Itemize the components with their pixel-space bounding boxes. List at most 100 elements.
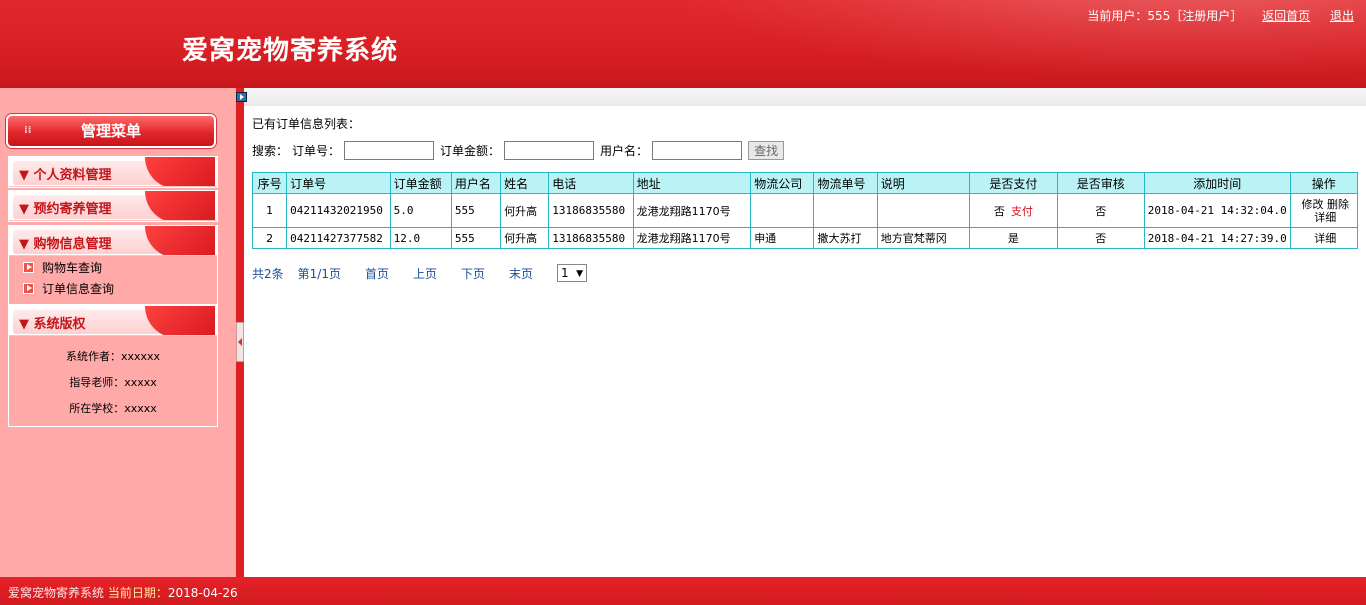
order-no-input[interactable] — [344, 141, 435, 160]
cell-added: 2018-04-21 14:32:04.0 — [1143, 193, 1291, 228]
col-header: 是否支付 — [969, 172, 1058, 194]
sidebar-item-order-query[interactable]: 订单信息查询 — [9, 279, 217, 300]
cell-address: 龙港龙翔路1170号 — [632, 227, 752, 249]
col-header: 是否审核 — [1056, 172, 1145, 194]
col-header: 序号 — [251, 172, 288, 194]
cell-no: 1 — [251, 193, 288, 228]
arrow-right-icon[interactable] — [236, 92, 247, 102]
cell-ops: 修改 删除 详细 — [1289, 193, 1359, 228]
sidebar-splitter — [236, 88, 244, 577]
menu-group-label: ▼ 预约寄养管理 — [19, 202, 112, 217]
menu-group-header[interactable]: ▼ 系统版权 — [9, 306, 217, 336]
edit-link[interactable]: 修改 — [1302, 198, 1324, 211]
footer-date: 2018-04-26 — [167, 586, 238, 600]
cell-username: 555 — [450, 193, 502, 228]
cell-ops: 详细 — [1289, 227, 1359, 249]
app-title: 爱窝宠物寄养系统 — [182, 36, 399, 66]
cell-tracking: 撒大苏打 — [813, 227, 878, 249]
footer-text: 爱窝宠物寄养系统 当前日期：2018-04-26 — [8, 584, 238, 601]
cell-note — [876, 193, 971, 228]
pagination: 共2条 第1/1页 首页 上页 下页 末页 1 — [252, 264, 588, 282]
cell-reviewed: 否 — [1056, 193, 1145, 228]
search-label: 搜索： — [252, 144, 289, 158]
cell-note: 地方官梵蒂冈 — [876, 227, 971, 249]
col-header: 订单号 — [286, 172, 391, 194]
menu-group-header[interactable]: ▼ 购物信息管理 — [9, 226, 217, 256]
table-row: 2 04211427377582 12.0 555 何升高 1318683558… — [251, 227, 1359, 249]
footer-date-label: 当前日期： — [107, 586, 168, 600]
cell-name: 何升高 — [500, 227, 550, 249]
main-content: 已有订单信息列表： 搜索： 订单号： 订单金额： 用户名： 查找 序号 订单号 … — [236, 88, 1366, 577]
col-header: 操作 — [1289, 172, 1359, 194]
search-button[interactable]: 查找 — [748, 141, 785, 160]
author-text: 系统作者：xxxxxx — [65, 350, 161, 363]
col-header: 物流单号 — [813, 172, 878, 194]
page-select[interactable]: 1 — [557, 264, 588, 282]
copyright-info: 系统作者：xxxxxx 指导老师：xxxxx 所在学校：xxxxx — [9, 336, 217, 422]
table-header-row: 序号 订单号 订单金额 用户名 姓名 电话 地址 物流公司 物流单号 说明 是否… — [251, 172, 1359, 194]
menu-title-label: 管理菜单 — [80, 122, 141, 140]
col-header: 添加时间 — [1143, 172, 1291, 194]
prev-page-link[interactable]: 上页 — [413, 265, 437, 282]
home-link[interactable]: 返回首页 — [1262, 9, 1310, 23]
logout-link[interactable]: 退出 — [1330, 9, 1354, 23]
content-top-strip — [236, 88, 1366, 106]
cell-reviewed: 否 — [1056, 227, 1145, 249]
col-header: 用户名 — [450, 172, 502, 194]
total-count: 共2条 — [252, 266, 284, 281]
menu-group-label: ▼ 购物信息管理 — [19, 237, 112, 252]
amount-label: 订单金额： — [440, 144, 501, 158]
amount-input[interactable] — [504, 141, 595, 160]
school-text: 所在学校：xxxxx — [69, 402, 157, 415]
menu-sub-list: 购物车查询 订单信息查询 — [9, 256, 217, 304]
username-label: 用户名： — [600, 144, 649, 158]
last-page-link[interactable]: 末页 — [509, 265, 533, 282]
footer-system-name: 爱窝宠物寄养系统 — [8, 586, 105, 600]
col-header: 地址 — [632, 172, 752, 194]
col-header: 订单金额 — [389, 172, 452, 194]
cell-paid: 是 — [969, 227, 1058, 249]
delete-link[interactable]: 删除 — [1327, 198, 1349, 211]
sidebar: ⁞⁞ 管理菜单 ▼ 个人资料管理 ▼ 预约寄养管理 ▼ 购物信息管理 购物车查询… — [0, 88, 236, 577]
orders-table: 序号 订单号 订单金额 用户名 姓名 电话 地址 物流公司 物流单号 说明 是否… — [251, 172, 1359, 249]
menu-group-profile[interactable]: ▼ 个人资料管理 — [8, 156, 218, 188]
cell-paid: 否支付 — [969, 193, 1058, 228]
username-input[interactable] — [652, 141, 743, 160]
table-row: 1 04211432021950 5.0 555 何升高 13186835580… — [251, 193, 1359, 228]
next-page-link[interactable]: 下页 — [461, 265, 485, 282]
header-banner: 爱窝宠物寄养系统 当前用户：555［注册用户］ 返回首页 退出 — [0, 0, 1366, 88]
pay-link[interactable]: 支付 — [1011, 205, 1033, 218]
menu-group-label: ▼ 个人资料管理 — [19, 168, 112, 183]
first-page-link[interactable]: 首页 — [365, 265, 389, 282]
play-arrow-icon — [23, 262, 34, 273]
cell-no: 2 — [251, 227, 288, 249]
cell-order-no: 04211427377582 — [286, 227, 391, 249]
cell-logistics: 申通 — [750, 227, 815, 249]
detail-link[interactable]: 详细 — [1314, 232, 1336, 245]
teacher-text: 指导老师：xxxxx — [69, 376, 157, 389]
menu-group-header[interactable]: ▼ 预约寄养管理 — [9, 191, 217, 221]
paid-status: 否 — [993, 204, 1005, 218]
play-arrow-icon — [23, 283, 34, 294]
page-heading: 已有订单信息列表： — [252, 117, 361, 131]
menu-group-shopping[interactable]: ▼ 购物信息管理 购物车查询 订单信息查询 — [8, 225, 218, 305]
cell-phone: 13186835580 — [548, 227, 634, 249]
menu-group-booking[interactable]: ▼ 预约寄养管理 — [8, 190, 218, 222]
collapse-sidebar-handle[interactable] — [236, 322, 244, 362]
cell-order-no: 04211432021950 — [286, 193, 391, 228]
cell-tracking — [813, 193, 878, 228]
col-header: 姓名 — [500, 172, 550, 194]
sidebar-item-cart-query[interactable]: 购物车查询 — [9, 258, 217, 279]
cell-added: 2018-04-21 14:27:39.0 — [1143, 227, 1291, 249]
cell-name: 何升高 — [500, 193, 550, 228]
grip-icon: ⁞⁞ — [24, 125, 32, 136]
menu-group-header[interactable]: ▼ 个人资料管理 — [9, 157, 217, 187]
col-header: 物流公司 — [750, 172, 815, 194]
cell-address: 龙港龙翔路1170号 — [632, 193, 752, 228]
search-bar: 搜索： 订单号： 订单金额： 用户名： 查找 — [252, 141, 785, 160]
current-user-label: 当前用户：555［注册用户］ — [1087, 9, 1243, 23]
footer: 爱窝宠物寄养系统 当前日期：2018-04-26 — [0, 577, 1366, 605]
col-header: 电话 — [548, 172, 634, 194]
detail-link[interactable]: 详细 — [1314, 211, 1336, 224]
top-user-bar: 当前用户：555［注册用户］ 返回首页 退出 — [1073, 7, 1354, 24]
